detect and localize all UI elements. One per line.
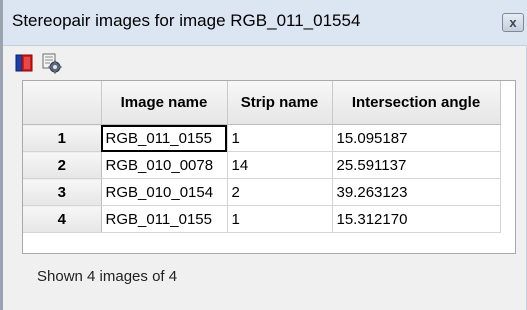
red-blue-stereo-button[interactable] [13, 52, 35, 74]
column-header-intersection-angle[interactable]: Intersection angle [332, 81, 501, 125]
stereopair-window: Stereopair images for image RGB_011_0155… [0, 0, 527, 310]
column-header-strip-name[interactable]: Strip name [227, 81, 333, 125]
window-title: Stereopair images for image RGB_011_0155… [12, 11, 361, 30]
status-text: Shown 4 images of 4 [37, 268, 178, 285]
gear-settings-icon [42, 53, 62, 74]
table-row[interactable]: 2 RGB_010_0078 14 25.591137 [23, 151, 501, 179]
images-table-container[interactable]: Image name Strip name Intersection angle… [22, 80, 516, 254]
toolbar [3, 46, 527, 79]
red-blue-stereo-icon [15, 54, 33, 72]
image-name-cell[interactable]: RGB_011_0155 [101, 124, 228, 152]
image-name-cell[interactable]: RGB_010_0078 [101, 151, 228, 179]
intersection-angle-cell[interactable]: 15.095187 [332, 124, 501, 152]
table-row[interactable]: 4 RGB_011_0155 1 15.312170 [23, 205, 501, 233]
settings-button[interactable] [41, 52, 63, 74]
strip-name-cell[interactable]: 1 [227, 124, 333, 152]
row-number[interactable]: 3 [23, 178, 102, 206]
column-header-image-name[interactable]: Image name [101, 81, 228, 125]
image-name-cell[interactable]: RGB_010_0154 [101, 178, 228, 206]
strip-name-cell[interactable]: 1 [227, 205, 333, 233]
table-row[interactable]: 3 RGB_010_0154 2 39.263123 [23, 178, 501, 206]
images-table: Image name Strip name Intersection angle… [23, 81, 501, 233]
close-button[interactable]: x [502, 13, 524, 32]
table-row[interactable]: 1 RGB_011_0155 1 15.095187 [23, 124, 501, 152]
intersection-angle-cell[interactable]: 15.312170 [332, 205, 501, 233]
corner-header[interactable] [23, 81, 102, 125]
strip-name-cell[interactable]: 2 [227, 178, 333, 206]
table-header-row: Image name Strip name Intersection angle [23, 81, 501, 125]
row-number[interactable]: 2 [23, 151, 102, 179]
intersection-angle-cell[interactable]: 39.263123 [332, 178, 501, 206]
row-number[interactable]: 1 [23, 124, 102, 152]
title-bar[interactable]: Stereopair images for image RGB_011_0155… [3, 0, 527, 46]
intersection-angle-cell[interactable]: 25.591137 [332, 151, 501, 179]
image-name-cell[interactable]: RGB_011_0155 [101, 205, 228, 233]
row-number[interactable]: 4 [23, 205, 102, 233]
strip-name-cell[interactable]: 14 [227, 151, 333, 179]
